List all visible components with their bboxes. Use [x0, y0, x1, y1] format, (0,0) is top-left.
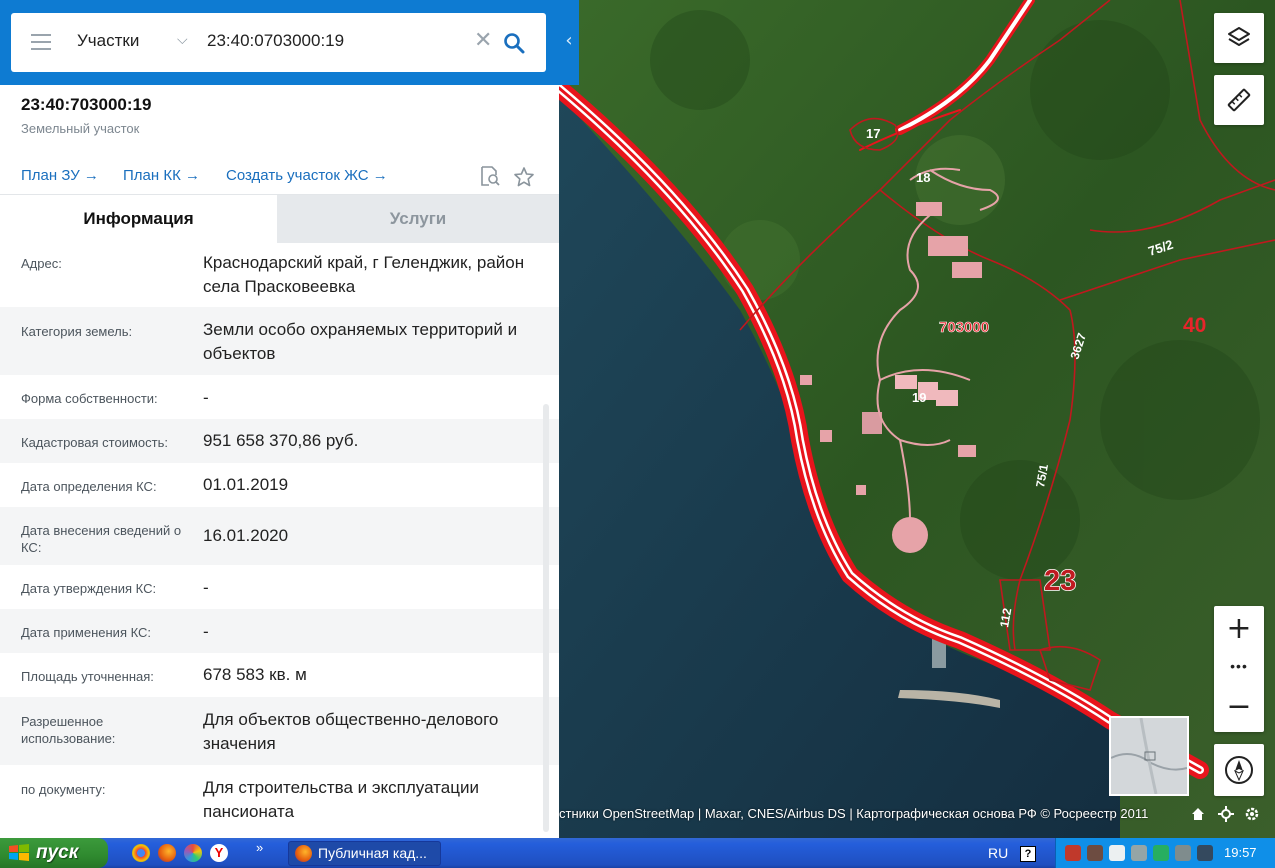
volume-icon[interactable] — [1197, 845, 1213, 861]
prop-row-permitted-use: Разрешенное использование: Для объектов … — [0, 697, 559, 765]
tab-information[interactable]: Информация — [0, 195, 277, 243]
prop-row-cadastral-value: Кадастровая стоимость: 951 658 370,86 ру… — [0, 419, 559, 463]
minimap-preview — [1111, 718, 1187, 794]
chevron-down-icon[interactable]: ⌵ — [177, 31, 188, 48]
search-box: Участки ⌵ ✕ — [11, 13, 546, 72]
layers-button[interactable] — [1214, 13, 1264, 63]
start-label: пуск — [36, 842, 79, 863]
menu-icon[interactable] — [31, 34, 51, 50]
prop-row-land-category: Категория земель: Земли особо охраняемых… — [0, 307, 559, 375]
map-label-quarter-40: 40 — [1183, 314, 1206, 337]
ruler-icon — [1227, 88, 1251, 112]
prop-label: по документу: — [21, 782, 106, 797]
tab-services[interactable]: Услуги — [277, 195, 559, 243]
create-plot-link[interactable]: Создать участок ЖС → — [226, 167, 388, 184]
browser-icon[interactable] — [184, 844, 202, 862]
cadastral-number-title: 23:40:703000:19 — [21, 95, 152, 114]
tab-bar: Информация Услуги — [0, 194, 559, 243]
network-icon[interactable] — [1175, 845, 1191, 861]
system-clock: 19:57 — [1224, 845, 1257, 860]
map-label-block: 703000 — [939, 319, 989, 336]
object-type: Земельный участок — [21, 121, 140, 136]
prop-row-entry-date: Дата внесения сведений о КС: 16.01.2020 — [0, 507, 559, 565]
window-title: Публичная кад... — [318, 845, 427, 861]
minimap[interactable] — [1109, 716, 1189, 796]
firefox-icon — [295, 845, 312, 862]
quicklaunch-more-button[interactable]: » — [256, 840, 263, 855]
prop-label: Дата внесения сведений о КС: — [21, 523, 182, 555]
prop-row-address: Адрес: Краснодарский край, г Геленджик, … — [0, 242, 559, 307]
panel-scrollbar[interactable] — [543, 404, 549, 832]
zoom-controls: + ••• − — [1214, 606, 1264, 732]
antivirus-shield-icon[interactable] — [1065, 845, 1081, 861]
plan-zu-link[interactable]: План ЗУ → — [21, 167, 99, 184]
prop-row-area: Площадь уточненная: 678 583 кв. м — [0, 653, 559, 697]
map-label-19: 19 — [912, 390, 926, 405]
ruler-button[interactable] — [1214, 75, 1264, 125]
map-label-18: 18 — [916, 170, 930, 185]
prop-row-by-document: по документу: Для строительства и эксплу… — [0, 765, 559, 833]
prop-label: Дата утверждения КС: — [21, 581, 157, 596]
prop-value: 678 583 кв. м — [203, 665, 307, 684]
collapse-panel-chevron-icon[interactable]: ‹ — [559, 30, 579, 56]
taskbar-window-button[interactable]: Публичная кад... — [288, 841, 441, 866]
prop-value: Краснодарский край, г Геленджик, район с… — [203, 253, 525, 296]
document-search-icon[interactable] — [479, 165, 501, 187]
prop-row-approval-date: Дата утверждения КС: - — [0, 565, 559, 609]
windows-taskbar: пуск Y » Публичная кад... RU ? 19:57 — [0, 838, 1275, 868]
prop-label: Дата определения КС: — [21, 479, 157, 494]
firefox-icon[interactable] — [158, 844, 176, 862]
search-icon[interactable] — [502, 31, 526, 55]
info-panel: 23:40:703000:19 Земельный участок План З… — [0, 0, 559, 838]
map-label-quarter-23: 23 — [1044, 565, 1076, 597]
prop-label: Категория земель: — [21, 324, 133, 339]
prop-value: Для объектов общественно-делового значен… — [203, 710, 499, 753]
prop-value: 16.01.2020 — [203, 526, 289, 545]
prop-value: - — [203, 578, 209, 597]
zoom-in-button[interactable]: + — [1214, 606, 1264, 652]
layers-icon — [1228, 27, 1250, 46]
prop-value: Земли особо охраняемых территорий и объе… — [203, 320, 518, 363]
prop-row-value-date: Дата определения КС: 01.01.2019 — [0, 463, 559, 507]
prop-label: Разрешенное использование: — [21, 714, 116, 746]
start-button[interactable]: пуск — [0, 838, 108, 868]
home-icon[interactable] — [1188, 804, 1208, 824]
map-attribution: стники OpenStreetMap | Maxar, CNES/Airbu… — [559, 806, 1149, 821]
prop-label: Площадь уточненная: — [21, 669, 154, 684]
tray-settings-icon[interactable] — [1131, 845, 1147, 861]
prop-value: 01.01.2019 — [203, 475, 289, 494]
prop-label: Кадастровая стоимость: — [21, 435, 168, 450]
compass-icon — [1225, 756, 1253, 784]
help-icon[interactable]: ? — [1020, 846, 1036, 862]
language-indicator[interactable]: RU — [988, 838, 1008, 868]
tray-app-icon[interactable] — [1087, 845, 1103, 861]
prop-label: Дата применения КС: — [21, 625, 152, 640]
favorite-star-icon[interactable] — [513, 166, 535, 188]
zoom-more-button[interactable]: ••• — [1214, 656, 1264, 682]
yandex-browser-icon[interactable]: Y — [210, 844, 228, 862]
prop-label: Форма собственности: — [21, 391, 158, 406]
prop-value: - — [203, 622, 209, 641]
settings-icon[interactable] — [1242, 804, 1262, 824]
plan-kk-link[interactable]: План КК → — [123, 167, 200, 184]
search-header: Участки ⌵ ✕ ‹ — [0, 0, 579, 85]
locate-icon[interactable] — [1216, 804, 1236, 824]
clear-icon[interactable]: ✕ — [474, 27, 492, 53]
compass-button[interactable] — [1214, 744, 1264, 796]
zoom-out-button[interactable]: − — [1214, 684, 1264, 730]
windows-logo-icon — [9, 844, 29, 861]
prop-value: 951 658 370,86 руб. — [203, 431, 359, 450]
prop-value: Для строительства и эксплуатации пансион… — [203, 778, 479, 821]
layer-select[interactable]: Участки — [77, 31, 139, 51]
prop-value: - — [203, 388, 209, 407]
prop-row-ownership: Форма собственности: - — [0, 375, 559, 419]
prop-label: Адрес: — [21, 256, 62, 271]
search-input[interactable] — [207, 31, 462, 51]
chrome-icon[interactable] — [132, 844, 150, 862]
map-label-17: 17 — [866, 126, 880, 141]
prop-row-application-date: Дата применения КС: - — [0, 609, 559, 653]
clock-app-icon[interactable] — [1109, 845, 1125, 861]
tray-update-icon[interactable] — [1153, 845, 1169, 861]
